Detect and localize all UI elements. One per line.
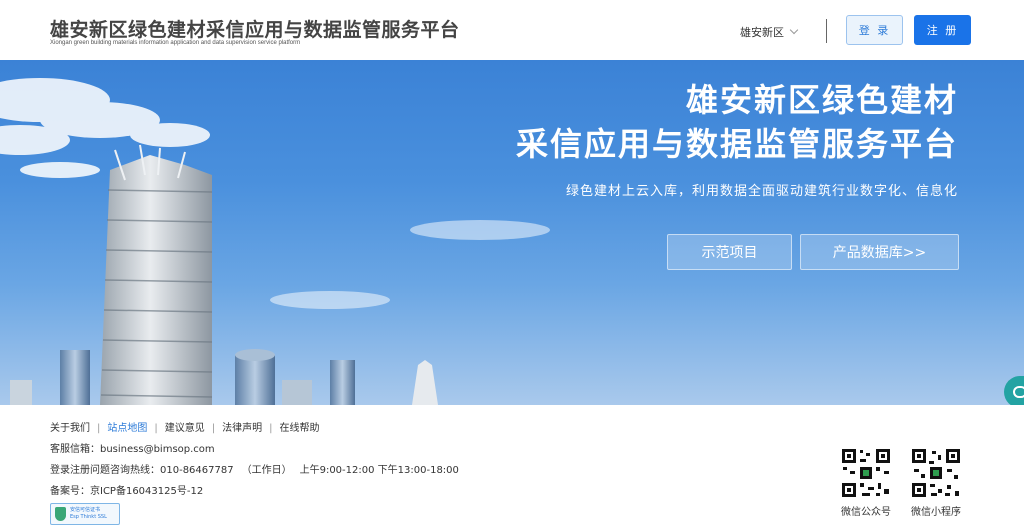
header-divider bbox=[826, 19, 827, 43]
hotline-hours: 上午9:00-12:00 下午13:00-18:00 bbox=[299, 465, 459, 476]
badge-line1: 安信可信证书 bbox=[70, 507, 101, 513]
footer-link-feedback[interactable]: 建议意见 bbox=[165, 423, 205, 434]
hero-title-line1: 雄安新区绿色建材 bbox=[685, 81, 958, 119]
top-header: 雄安新区绿色建材采信应用与数据监管服务平台 Xiongan green buil… bbox=[0, 0, 1024, 60]
cloud-shape bbox=[0, 78, 210, 178]
region-label: 雄安新区 bbox=[740, 26, 784, 39]
hotline-value: 010-86467787 bbox=[160, 465, 234, 476]
icp-value[interactable]: 京ICP备16043125号-12 bbox=[90, 486, 203, 497]
hero-title-line2: 采信应用与数据监管服务平台 bbox=[515, 125, 958, 163]
site-title[interactable]: 雄安新区绿色建材采信应用与数据监管服务平台 bbox=[50, 15, 460, 42]
link-separator: | bbox=[97, 423, 101, 434]
chevron-down-icon bbox=[789, 25, 799, 35]
footer-icp: 备案号：京ICP备16043125号-12 bbox=[50, 482, 211, 497]
login-button[interactable]: 登 录 bbox=[846, 15, 903, 45]
qr1-label: 微信公众号 bbox=[841, 507, 891, 518]
demo-projects-button[interactable]: 示范项目 bbox=[667, 234, 792, 270]
badge-line2: Esp Thinkt SSL bbox=[70, 514, 107, 520]
ssl-trust-badge[interactable]: 安信可信证书 Esp Thinkt SSL bbox=[50, 503, 120, 525]
hero-banner: 雄安新区绿色建材 采信应用与数据监管服务平台 绿色建材上云入库，利用数据全面驱动… bbox=[0, 60, 1024, 405]
link-separator: | bbox=[211, 423, 216, 434]
wechat-official-qr-icon bbox=[840, 447, 892, 499]
email-value: business@bimsop.com bbox=[100, 444, 215, 455]
footer-link-legal[interactable]: 法律声明 bbox=[222, 423, 262, 434]
shield-icon bbox=[55, 507, 66, 521]
footer-link-sitemap[interactable]: 站点地图 bbox=[107, 423, 147, 434]
qr2-label: 微信小程序 bbox=[911, 507, 961, 518]
page: 雄安新区绿色建材采信应用与数据监管服务平台 Xiongan green buil… bbox=[0, 0, 1024, 530]
footer-email: 客服信箱：business@bimsop.com bbox=[50, 440, 223, 455]
footer-link-about[interactable]: 关于我们 bbox=[50, 423, 90, 434]
site-subtitle: Xiongan green building materials informa… bbox=[50, 40, 301, 46]
hotline-workday: （工作日） bbox=[241, 465, 292, 476]
site-footer: 关于我们 | 站点地图 | 建议意见 | 法律声明 | 在线帮助 客服信箱：business@b… bbox=[0, 405, 1024, 530]
hero-title: 雄安新区绿色建材 采信应用与数据监管服务平台 bbox=[516, 78, 958, 166]
link-separator: | bbox=[154, 423, 158, 434]
footer-links: 关于我们 | 站点地图 | 建议意见 | 法律声明 | 在线帮助 bbox=[50, 419, 320, 434]
hotline-label: 登录注册问题咨询热线： bbox=[50, 465, 160, 476]
footer-link-help[interactable]: 在线帮助 bbox=[280, 423, 320, 434]
badge-text: 安信可信证书 Esp Thinkt SSL bbox=[70, 507, 107, 521]
link-separator: | bbox=[269, 423, 273, 434]
chat-icon bbox=[1013, 386, 1024, 398]
region-selector[interactable]: 雄安新区 bbox=[740, 24, 799, 40]
register-button[interactable]: 注 册 bbox=[914, 15, 971, 45]
icp-label: 备案号： bbox=[50, 486, 90, 497]
product-database-button[interactable]: 产品数据库>> bbox=[800, 234, 959, 270]
footer-hotline: 登录注册问题咨询热线：010-86467787 （工作日） 上午9:00-12:00… bbox=[50, 461, 467, 476]
hero-slogan: 绿色建材上云入库，利用数据全面驱动建筑行业数字化、信息化 bbox=[565, 184, 958, 199]
wechat-miniprogram-qr-icon bbox=[910, 447, 962, 499]
email-label: 客服信箱： bbox=[50, 444, 100, 455]
